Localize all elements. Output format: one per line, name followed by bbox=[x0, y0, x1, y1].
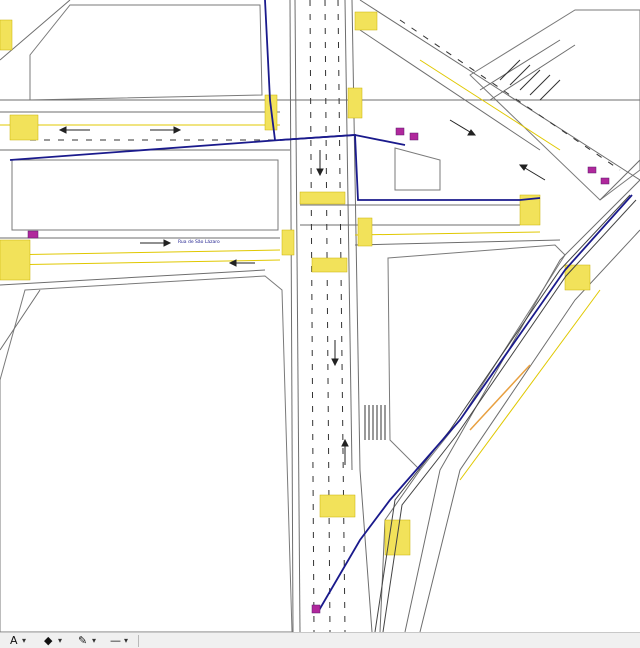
traffic-signal-symbol bbox=[409, 132, 419, 141]
zebra-crossing bbox=[564, 264, 591, 291]
route-line bbox=[279, 134, 406, 146]
road-edge bbox=[294, 0, 301, 632]
drawing-toolbar: A ▾ ◆ ▾ ✎ ▾ — ▾ bbox=[0, 632, 640, 648]
traffic-signal-symbol bbox=[600, 177, 610, 185]
lane-marking bbox=[0, 249, 281, 256]
block-northwest bbox=[29, 4, 263, 101]
zebra-crossing bbox=[354, 11, 378, 31]
zebra-crossing bbox=[281, 229, 295, 256]
zebra-crossing bbox=[311, 257, 348, 273]
chevron-down-icon[interactable]: ▾ bbox=[92, 634, 96, 648]
line-style-icon[interactable]: — bbox=[110, 634, 121, 648]
toolbar-divider bbox=[138, 635, 139, 647]
line-color-icon[interactable]: ✎ bbox=[78, 634, 87, 648]
zebra-crossing bbox=[0, 19, 13, 51]
direction-arrow bbox=[331, 340, 339, 367]
lane-divider bbox=[337, 0, 346, 632]
direction-arrow bbox=[58, 126, 90, 134]
direction-arrow bbox=[150, 126, 182, 134]
fill-color-icon[interactable]: ◆ bbox=[44, 634, 52, 648]
chevron-down-icon[interactable]: ▾ bbox=[58, 634, 62, 648]
text-tool-icon[interactable]: A bbox=[10, 634, 18, 648]
street-name-label: Rua de São Lázaro bbox=[178, 238, 220, 245]
chevron-down-icon[interactable]: ▾ bbox=[22, 634, 26, 648]
cad-drawing-canvas[interactable]: Rua de São Lázaro bbox=[0, 0, 640, 632]
lane-marking bbox=[354, 231, 541, 236]
block-island bbox=[394, 147, 441, 191]
lane-divider bbox=[324, 0, 331, 632]
traffic-signal-symbol bbox=[587, 166, 597, 174]
zebra-crossing bbox=[319, 494, 356, 518]
block-southwest bbox=[0, 275, 293, 632]
zebra-crossing bbox=[347, 87, 363, 119]
block-east bbox=[387, 244, 566, 471]
block-north-center bbox=[11, 159, 279, 231]
direction-arrow bbox=[140, 239, 172, 247]
road-edge bbox=[289, 0, 294, 632]
zebra-crossing bbox=[9, 114, 39, 141]
direction-arrow bbox=[518, 164, 546, 181]
road-edge bbox=[354, 239, 561, 246]
zebra-crossing bbox=[357, 217, 373, 247]
block-northeast bbox=[469, 9, 640, 201]
zebra-crossing bbox=[299, 191, 346, 205]
zebra-crossing bbox=[0, 239, 31, 281]
direction-arrow bbox=[316, 150, 324, 177]
direction-arrow bbox=[449, 119, 477, 136]
chevron-down-icon[interactable]: ▾ bbox=[124, 634, 128, 648]
road-edge bbox=[344, 0, 353, 471]
traffic-signal-symbol bbox=[27, 230, 39, 239]
bus-shelter bbox=[364, 405, 386, 440]
traffic-signal-symbol bbox=[311, 604, 321, 614]
traffic-signal-symbol bbox=[395, 127, 405, 136]
lane-divider bbox=[309, 0, 315, 632]
